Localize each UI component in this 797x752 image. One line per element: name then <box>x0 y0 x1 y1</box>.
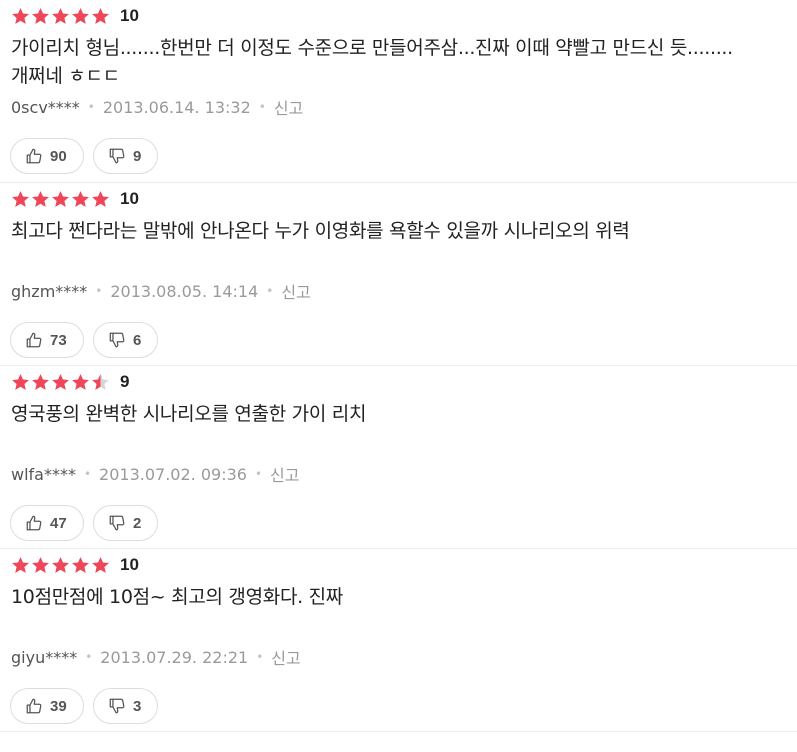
thumbs-up-icon <box>25 514 43 532</box>
separator-dot: • <box>83 467 92 481</box>
star-icon <box>92 373 109 390</box>
dislike-button[interactable]: 2 <box>93 505 158 541</box>
star-icon <box>72 373 89 390</box>
reviewer-id: wlfa**** <box>11 464 76 484</box>
vote-row: 90 9 <box>10 138 158 174</box>
dislike-count: 3 <box>133 697 142 715</box>
report-link[interactable]: 신고 <box>270 462 299 486</box>
star-icon <box>92 190 109 207</box>
separator-dot: • <box>95 284 103 298</box>
dislike-count: 2 <box>133 514 142 532</box>
dislike-count: 6 <box>133 331 142 349</box>
like-button[interactable]: 39 <box>10 688 84 724</box>
star-icon <box>32 7 49 24</box>
review-text: 최고다 쩐다라는 말밖에 안나온다 누가 이영화를 욕할수 있을까 시나리오의 … <box>11 220 630 242</box>
separator-dot: • <box>85 650 93 664</box>
rating-row: 10 <box>11 554 139 576</box>
separator-dot: • <box>256 650 264 664</box>
star-icon <box>32 556 49 573</box>
like-button[interactable]: 90 <box>10 138 84 174</box>
separator-dot: • <box>87 100 95 114</box>
report-link[interactable]: 신고 <box>281 279 310 303</box>
divider <box>0 731 797 732</box>
star-icon <box>12 373 29 390</box>
like-button[interactable]: 73 <box>10 322 84 358</box>
review-date: 2013.07.29. 22:21 <box>100 647 249 667</box>
review-text: 영국풍의 완벽한 시나리오를 연출한 가이 리치 <box>11 403 367 425</box>
review-text: 10점만점에 10점~ 최고의 갱영화다. 진짜 <box>11 586 343 608</box>
review-item: 9 영국풍의 완벽한 시나리오를 연출한 가이 리치 wlfa**** • 20… <box>0 366 797 549</box>
star-rating <box>11 190 110 209</box>
rating-score: 10 <box>120 6 139 25</box>
review-meta: wlfa**** • 2013.07.02. 09:36 • 신고 <box>11 462 299 486</box>
thumbs-up-icon <box>25 147 43 165</box>
review-item: 10 가이리치 형님.......한번만 더 이정도 수준으로 만들어주삼...… <box>0 0 797 183</box>
review-meta: ghzm**** • 2013.08.05. 14:14 • 신고 <box>11 279 311 303</box>
rating-score: 10 <box>120 555 139 574</box>
star-rating <box>11 7 110 26</box>
review-list: 10 가이리치 형님.......한번만 더 이정도 수준으로 만들어주삼...… <box>0 0 797 752</box>
vote-row: 39 3 <box>10 688 158 724</box>
review-meta: giyu**** • 2013.07.29. 22:21 • 신고 <box>11 645 301 669</box>
review-date: 2013.06.14. 13:32 <box>102 97 251 117</box>
review-text: 가이리치 형님.......한번만 더 이정도 수준으로 만들어주삼...진짜 … <box>11 37 733 87</box>
dislike-button[interactable]: 6 <box>93 322 158 358</box>
star-icon <box>12 7 29 24</box>
separator-dot: • <box>258 100 266 114</box>
report-link[interactable]: 신고 <box>274 95 303 119</box>
vote-row: 73 6 <box>10 322 158 358</box>
report-link[interactable]: 신고 <box>271 645 300 669</box>
thumbs-down-icon <box>108 331 126 349</box>
star-icon <box>52 556 69 573</box>
like-count: 73 <box>50 331 67 349</box>
star-icon <box>72 7 89 24</box>
star-icon <box>72 556 89 573</box>
review-meta: 0scv**** • 2013.06.14. 13:32 • 신고 <box>11 95 303 119</box>
thumbs-down-icon <box>108 697 126 715</box>
star-icon <box>12 190 29 207</box>
review-date: 2013.08.05. 14:14 <box>110 281 259 301</box>
star-icon <box>32 373 49 390</box>
separator-dot: • <box>266 284 274 298</box>
star-icon <box>72 190 89 207</box>
like-count: 47 <box>50 514 67 532</box>
rating-score: 10 <box>120 189 139 208</box>
dislike-count: 9 <box>133 147 142 165</box>
thumbs-up-icon <box>25 697 43 715</box>
reviewer-id: 0scv**** <box>11 97 80 117</box>
star-icon <box>52 190 69 207</box>
vote-row: 47 2 <box>10 505 158 541</box>
rating-row: 10 <box>11 5 139 27</box>
star-rating <box>11 373 110 392</box>
review-item: 10 최고다 쩐다라는 말밖에 안나온다 누가 이영화를 욕할수 있을까 시나리… <box>0 183 797 366</box>
like-count: 90 <box>50 147 67 165</box>
rating-row: 10 <box>11 188 139 210</box>
reviewer-id: ghzm**** <box>11 281 88 301</box>
star-icon <box>92 7 109 24</box>
star-icon <box>52 7 69 24</box>
thumbs-down-icon <box>108 147 126 165</box>
dislike-button[interactable]: 9 <box>93 138 158 174</box>
rating-row: 9 <box>11 371 129 393</box>
like-count: 39 <box>50 697 67 715</box>
review-date: 2013.07.02. 09:36 <box>99 464 247 484</box>
thumbs-down-icon <box>108 514 126 532</box>
like-button[interactable]: 47 <box>10 505 84 541</box>
star-icon <box>52 373 69 390</box>
star-icon <box>12 556 29 573</box>
star-rating <box>11 556 110 575</box>
rating-score: 9 <box>120 372 130 391</box>
dislike-button[interactable]: 3 <box>93 688 158 724</box>
review-item: 10 10점만점에 10점~ 최고의 갱영화다. 진짜 giyu**** • 2… <box>0 549 797 732</box>
star-icon <box>92 556 109 573</box>
reviewer-id: giyu**** <box>11 647 78 667</box>
separator-dot: • <box>254 467 263 481</box>
thumbs-up-icon <box>25 331 43 349</box>
star-icon <box>32 190 49 207</box>
